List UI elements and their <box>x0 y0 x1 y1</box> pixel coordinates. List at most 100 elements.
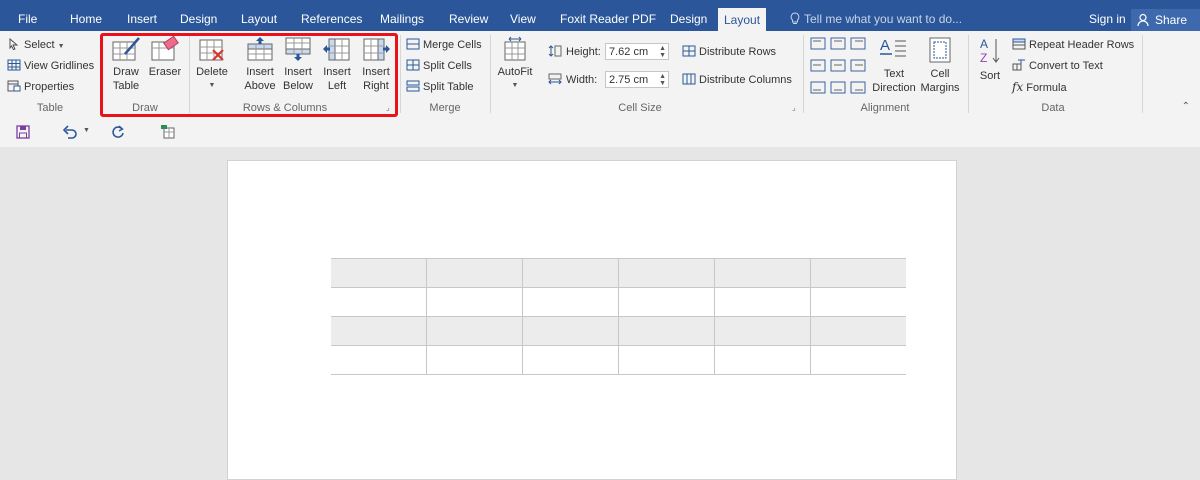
table-cell[interactable] <box>618 345 715 375</box>
tab-references[interactable]: References <box>301 0 362 31</box>
dialog-launcher-icon[interactable]: ⌟ <box>792 103 796 112</box>
tab-home[interactable]: Home <box>70 0 102 31</box>
select-button[interactable]: Select ▼ <box>7 36 65 54</box>
width-input[interactable]: 2.75 cm ▲ ▼ <box>605 71 669 88</box>
group-label-data: Data <box>1041 102 1065 114</box>
gridlines-icon <box>7 59 21 71</box>
tab-layout[interactable]: Layout <box>241 0 277 31</box>
highlight-box <box>100 33 398 117</box>
quick-access-toolbar: ▼ <box>0 117 1200 147</box>
undo-icon[interactable] <box>62 125 78 139</box>
text-direction-label-2: Direction <box>872 82 916 94</box>
table-cell[interactable] <box>810 345 906 375</box>
table-cell[interactable] <box>810 287 906 317</box>
repeat-header-icon <box>1012 38 1026 50</box>
table-cell[interactable] <box>426 258 523 288</box>
table-cell[interactable] <box>522 287 619 317</box>
cell-margins-button[interactable]: Cell Margins <box>918 36 962 95</box>
document-page[interactable] <box>227 160 957 480</box>
tell-me-text: Tell me what you want to do... <box>804 12 963 26</box>
tab-view[interactable]: View <box>510 0 536 31</box>
table-cell[interactable] <box>618 316 715 346</box>
distribute-rows-label: Distribute Rows <box>699 46 777 58</box>
table-cell[interactable] <box>331 287 427 317</box>
sort-button[interactable]: AZ Sort <box>972 36 1008 83</box>
split-table-label: Split Table <box>423 81 474 93</box>
convert-to-text-icon <box>1012 59 1025 71</box>
table-cell[interactable] <box>618 258 715 288</box>
group-label-table: Table <box>36 102 64 114</box>
autofit-label: AutoFit <box>497 66 533 78</box>
table-cell[interactable] <box>522 345 619 375</box>
cell-margins-label-1: Cell <box>930 68 950 80</box>
width-label-text: Width: <box>566 74 598 86</box>
tab-file[interactable]: File <box>18 0 37 31</box>
table-cell[interactable] <box>331 258 427 288</box>
formula-button[interactable]: fx Formula <box>1012 78 1067 96</box>
table-cell[interactable] <box>714 258 811 288</box>
table-row <box>331 287 906 317</box>
spin-arrows-icon[interactable]: ▲ ▼ <box>659 73 666 87</box>
distribute-rows-button[interactable]: Distribute Rows <box>682 43 776 61</box>
distribute-columns-label: Distribute Columns <box>699 74 792 86</box>
share-label: Share <box>1155 13 1188 27</box>
table-row <box>331 258 906 288</box>
split-cells-button[interactable]: Split Cells <box>406 57 472 75</box>
autofit-button[interactable]: AutoFit ▼ <box>496 36 534 93</box>
tab-design[interactable]: Design <box>180 0 217 31</box>
convert-to-text-label: Convert to Text <box>1029 60 1103 72</box>
convert-to-text-button[interactable]: Convert to Text <box>1012 57 1103 75</box>
properties-button[interactable]: Properties <box>7 78 74 96</box>
sort-az-icon: AZ <box>980 37 1000 65</box>
text-direction-button[interactable]: A Text Direction <box>870 36 918 95</box>
table-quick-icon[interactable] <box>160 124 176 140</box>
save-icon[interactable] <box>16 125 30 139</box>
tab-foxit-reader-pdf[interactable]: Foxit Reader PDF <box>560 0 656 31</box>
ribbon-tab-bar: File Home Insert Design Layout Reference… <box>0 0 1200 31</box>
view-gridlines-button[interactable]: View Gridlines <box>7 57 94 75</box>
table-row <box>331 345 906 375</box>
spin-arrows-icon[interactable]: ▲ ▼ <box>659 45 666 59</box>
redo-icon[interactable] <box>111 125 125 139</box>
split-table-button[interactable]: Split Table <box>406 78 474 96</box>
table-cell[interactable] <box>331 345 427 375</box>
table-cell[interactable] <box>522 258 619 288</box>
share-button[interactable]: Share <box>1131 9 1200 31</box>
cell-margins-label-2: Margins <box>920 82 960 94</box>
alignment-grid <box>810 37 870 97</box>
tab-review[interactable]: Review <box>449 0 488 31</box>
table-cell[interactable] <box>618 287 715 317</box>
chevron-down-icon[interactable]: ▼ <box>83 127 90 134</box>
table-cell[interactable] <box>810 258 906 288</box>
table-cell[interactable] <box>810 316 906 346</box>
table-cell[interactable] <box>426 316 523 346</box>
chevron-down-icon: ▼ <box>57 43 65 50</box>
text-direction-icon: A <box>880 37 906 57</box>
repeat-header-rows-button[interactable]: Repeat Header Rows <box>1012 36 1134 54</box>
autofit-icon <box>504 36 526 61</box>
table-cell[interactable] <box>522 316 619 346</box>
row-height-icon <box>548 45 562 57</box>
height-label: Height: <box>547 43 601 61</box>
svg-text:A: A <box>980 37 988 51</box>
document-table[interactable] <box>331 258 906 375</box>
group-label-merge: Merge <box>429 102 461 114</box>
table-cell[interactable] <box>714 345 811 375</box>
collapse-ribbon-icon[interactable]: ⌃ <box>1182 101 1190 112</box>
table-cell[interactable] <box>331 316 427 346</box>
table-cell[interactable] <box>714 316 811 346</box>
tab-table-design[interactable]: Design <box>670 0 707 31</box>
distribute-columns-button[interactable]: Distribute Columns <box>682 71 792 89</box>
tab-table-layout[interactable]: Layout <box>718 8 767 31</box>
table-cell[interactable] <box>426 287 523 317</box>
height-input[interactable]: 7.62 cm ▲ ▼ <box>605 43 669 60</box>
repeat-header-rows-label: Repeat Header Rows <box>1029 39 1135 51</box>
align-cell-icons[interactable] <box>810 37 870 97</box>
merge-cells-icon <box>406 38 420 50</box>
tab-insert[interactable]: Insert <box>127 0 157 31</box>
tab-mailings[interactable]: Mailings <box>380 0 424 31</box>
merge-cells-button[interactable]: Merge Cells <box>406 36 482 54</box>
table-cell[interactable] <box>426 345 523 375</box>
table-cell[interactable] <box>714 287 811 317</box>
tell-me-search[interactable]: Tell me what you want to do... <box>790 0 962 31</box>
